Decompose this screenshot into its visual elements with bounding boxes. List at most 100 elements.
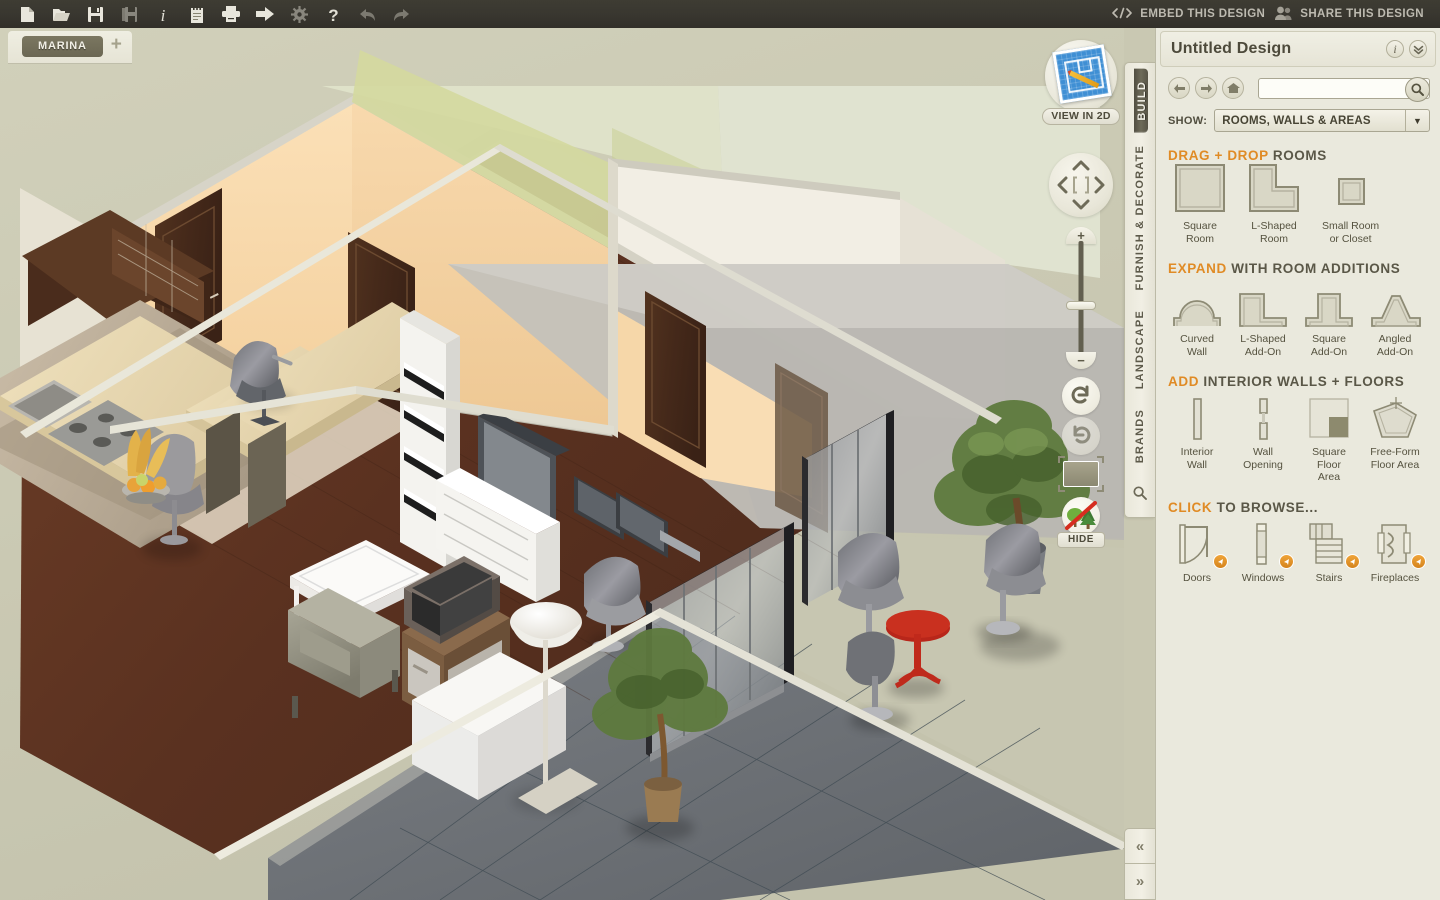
square-room-icon (1174, 164, 1226, 215)
chevron-down-icon[interactable]: ▼ (1405, 110, 1429, 131)
show-label: SHOW: (1168, 114, 1208, 127)
redo-icon[interactable] (384, 0, 418, 28)
pan-down-icon[interactable] (1072, 199, 1090, 210)
home-icon[interactable] (1222, 77, 1244, 99)
mode-tab-rail: BUILD FURNISH & DECORATE LANDSCAPE BRAND… (1124, 28, 1155, 900)
hide-objects-button[interactable] (1062, 497, 1100, 535)
rotate-right-button[interactable] (1062, 417, 1100, 455)
search-icon[interactable] (1405, 76, 1430, 102)
share-design-button[interactable]: SHARE THIS DESIGN (1275, 6, 1424, 23)
floorplan-3d-render (0, 28, 1124, 900)
vtab-brands[interactable]: BRANDS (1134, 399, 1146, 473)
undo-icon[interactable] (350, 0, 384, 28)
item-square-room[interactable]: Square Room (1174, 164, 1226, 245)
browse-badge (1345, 553, 1360, 569)
section-title: ADD INTERIOR WALLS + FLOORS (1168, 374, 1430, 389)
new-document-icon[interactable] (10, 0, 44, 28)
pan-left-icon[interactable] (1057, 176, 1068, 194)
settings-gear-icon[interactable] (282, 0, 316, 28)
save-as-icon[interactable] (112, 0, 146, 28)
section-title: DRAG + DROP ROOMS (1168, 148, 1430, 163)
document-tab-bar: MARINA + (8, 31, 132, 63)
search-icon[interactable] (1133, 474, 1147, 511)
top-toolbar: i ? EMBED THIS DESIGN SHARE THIS DESIGN (0, 0, 1440, 28)
window-icon (1238, 519, 1294, 569)
wall-opening-icon (1236, 393, 1290, 441)
pan-right-icon[interactable] (1094, 176, 1105, 194)
export-icon[interactable] (248, 0, 282, 28)
design-canvas-3d[interactable] (0, 28, 1124, 900)
item-wall-opening[interactable]: Wall Opening (1234, 393, 1292, 484)
notes-icon[interactable] (180, 0, 214, 28)
pan-control-pad[interactable] (1049, 153, 1113, 217)
item-doors[interactable]: Doors (1168, 519, 1228, 585)
document-tab-marina[interactable]: MARINA (22, 36, 103, 57)
chevron-double-down-icon[interactable] (1409, 40, 1427, 58)
item-curved-wall[interactable]: Curved Wall (1168, 280, 1226, 358)
item-square-floor-area[interactable]: Square Floor Area (1300, 393, 1358, 484)
item-small-room[interactable]: Small Room or Closet (1322, 167, 1379, 245)
pan-up-icon[interactable] (1072, 160, 1090, 171)
show-select[interactable]: ROOMS, WALLS & AREAS ▼ (1214, 109, 1430, 132)
svg-text:?: ? (328, 6, 338, 23)
floorplan-thumbnail-icon (1052, 44, 1112, 104)
item-label: Windows (1241, 571, 1285, 584)
collapse-prev-button[interactable]: « (1124, 828, 1155, 864)
viewport-controls: VIEW IN 2D + − HIDE (1040, 40, 1122, 548)
zoom-slider[interactable]: + − (1060, 227, 1102, 369)
item-stairs[interactable]: Stairs (1300, 519, 1360, 585)
item-label: L-Shaped Add-On (1240, 333, 1286, 358)
save-icon[interactable] (78, 0, 112, 28)
section-title-highlight: ADD (1168, 374, 1200, 389)
toolbar-actions: EMBED THIS DESIGN SHARE THIS DESIGN (1111, 6, 1440, 23)
arrow-left-icon[interactable] (1168, 77, 1190, 99)
show-select-value: ROOMS, WALLS & AREAS (1222, 114, 1371, 127)
arrow-right-icon[interactable] (1195, 77, 1217, 99)
section-click-to-browse: CLICK TO BROWSE... Doors Windows Stairs … (1156, 484, 1440, 585)
item-free-form-floor-area[interactable]: Free-Form Floor Area (1366, 393, 1424, 484)
angled-addon-icon (1368, 280, 1422, 328)
vtab-furnish-decorate[interactable]: FURNISH & DECORATE (1134, 135, 1146, 300)
zoom-track[interactable] (1078, 241, 1084, 359)
item-label: Interior Wall (1180, 446, 1214, 471)
vtab-build[interactable]: BUILD (1134, 69, 1148, 133)
section-interior-walls-floors: ADD INTERIOR WALLS + FLOORS Interior Wal… (1156, 358, 1440, 484)
panel-navigation-row (1156, 67, 1440, 102)
view-in-2d-label[interactable]: VIEW IN 2D (1042, 108, 1120, 125)
item-square-addon[interactable]: Square Add-On (1300, 280, 1358, 358)
info-icon[interactable]: i (146, 0, 180, 28)
search-input[interactable] (1259, 78, 1429, 98)
item-fireplaces[interactable]: Fireplaces (1366, 519, 1426, 585)
rotate-left-button[interactable] (1062, 377, 1100, 415)
item-l-shaped-room[interactable]: L-Shaped Room (1248, 164, 1300, 245)
section-title-rest: WITH ROOM ADDITIONS (1231, 261, 1401, 276)
collapse-next-button[interactable]: » (1124, 864, 1155, 900)
stairs-icon (1304, 519, 1360, 569)
toolbar-icon-group: i ? (0, 0, 418, 28)
code-icon (1111, 7, 1133, 22)
item-l-shaped-addon[interactable]: L-Shaped Add-On (1234, 280, 1292, 358)
help-icon[interactable]: ? (316, 0, 350, 28)
item-interior-wall[interactable]: Interior Wall (1168, 393, 1226, 484)
view-in-2d-button[interactable] (1045, 40, 1117, 112)
l-shaped-room-icon (1248, 164, 1300, 215)
item-label: Square Add-On (1310, 333, 1348, 358)
embed-design-button[interactable]: EMBED THIS DESIGN (1111, 7, 1265, 22)
open-folder-icon[interactable] (44, 0, 78, 28)
square-floor-area-icon (1302, 393, 1356, 441)
reset-view-icon[interactable] (1073, 176, 1089, 194)
add-tab-button[interactable]: + (111, 35, 122, 54)
search-input-wrap[interactable] (1258, 76, 1430, 102)
selected-object-thumbnail[interactable] (1058, 456, 1104, 492)
l-shaped-addon-icon (1236, 280, 1290, 328)
interior-wall-icon (1170, 393, 1224, 441)
item-label: Doors (1182, 571, 1211, 584)
item-angled-addon[interactable]: Angled Add-On (1366, 280, 1424, 358)
print-icon[interactable] (214, 0, 248, 28)
zoom-out-button[interactable]: − (1066, 352, 1096, 369)
vtab-landscape[interactable]: LANDSCAPE (1134, 300, 1146, 399)
info-icon[interactable]: i (1386, 40, 1404, 58)
item-label: Stairs (1315, 571, 1343, 584)
item-windows[interactable]: Windows (1234, 519, 1294, 585)
zoom-handle[interactable] (1066, 301, 1096, 310)
